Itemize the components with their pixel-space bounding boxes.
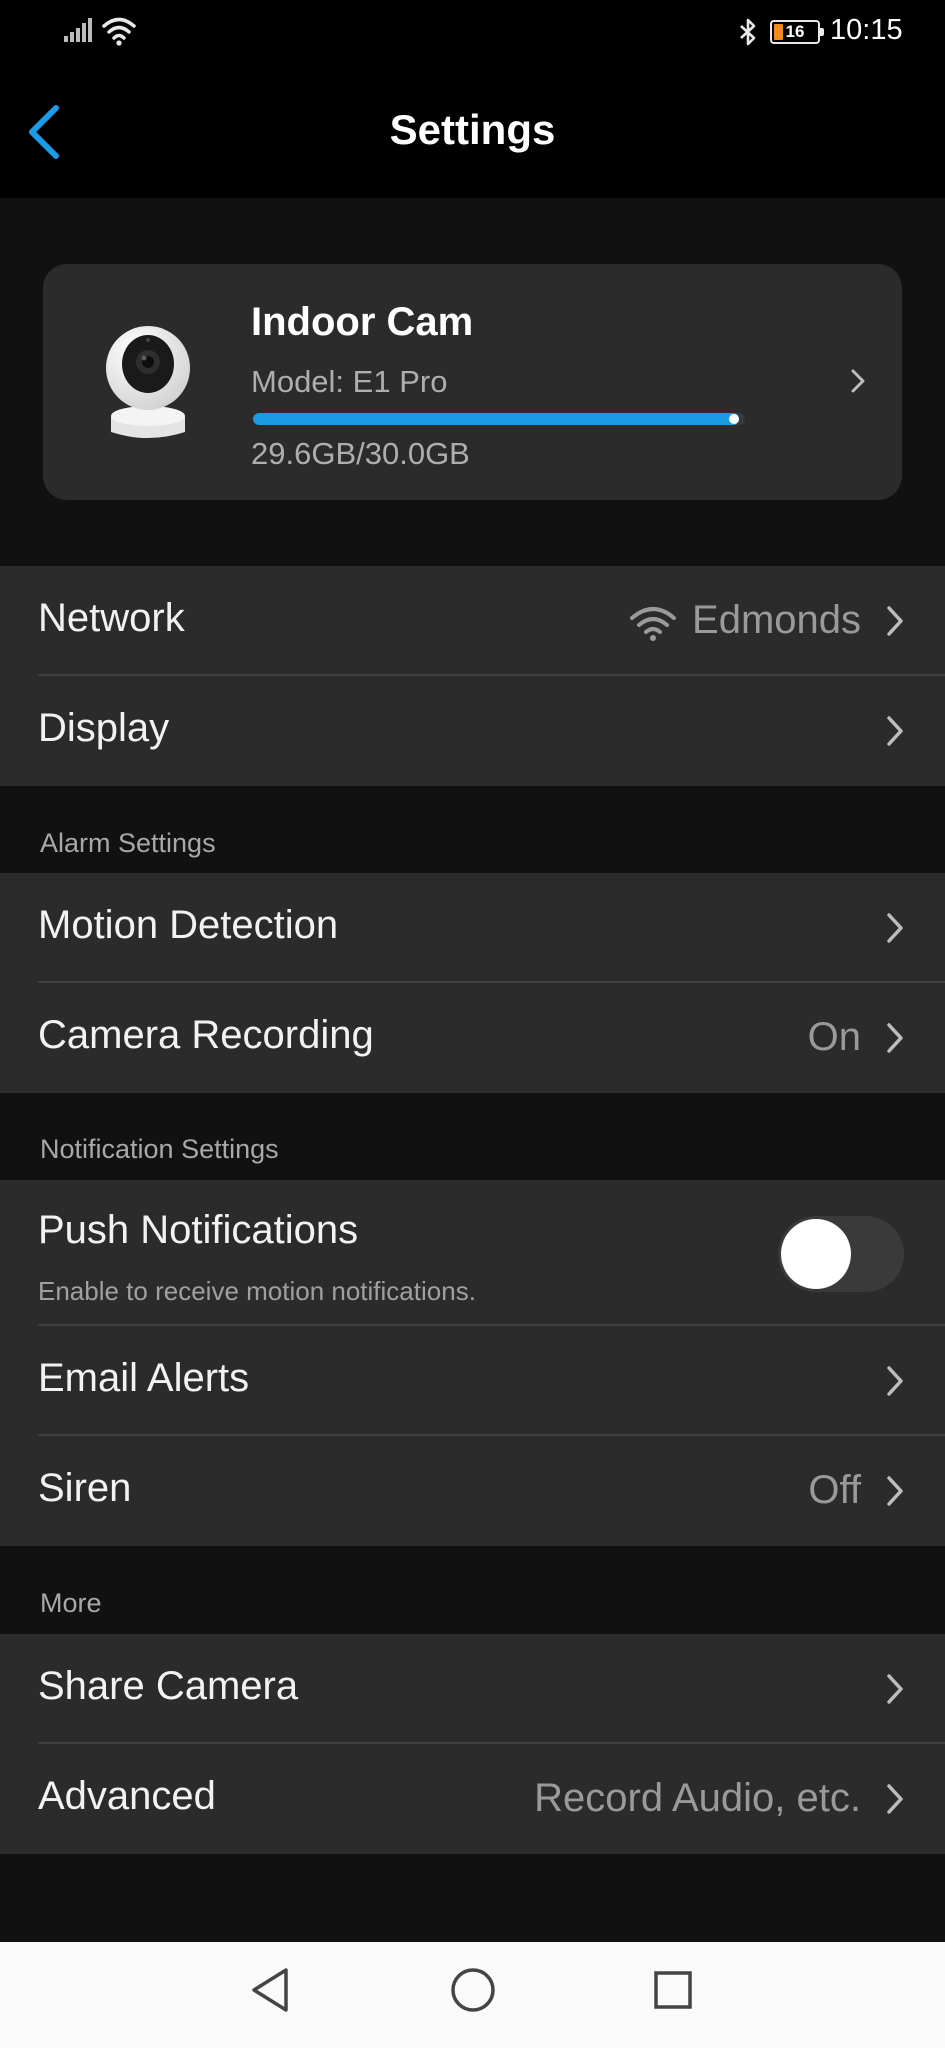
motion-detection-label: Motion Detection — [38, 903, 339, 947]
system-navigation-bar — [0, 1942, 945, 2048]
display-row[interactable]: Display — [0, 676, 945, 786]
push-notifications-toggle[interactable] — [778, 1216, 904, 1292]
alarm-settings-group: Motion Detection Camera Recording On — [0, 873, 945, 1093]
device-model: Model: E1 Pro — [251, 364, 448, 399]
share-camera-label: Share Camera — [38, 1664, 299, 1708]
email-alerts-label: Email Alerts — [38, 1356, 250, 1400]
alarm-section-label: Alarm Settings — [40, 828, 216, 858]
storage-progress-bar — [253, 413, 745, 425]
push-notifications-label: Push Notifications — [38, 1208, 359, 1252]
camera-device-icon — [106, 326, 190, 438]
chevron-right-icon — [887, 1023, 903, 1053]
nav-recents-button[interactable] — [652, 1966, 694, 2014]
advanced-row[interactable]: Advanced Record Audio, etc. — [0, 1744, 945, 1854]
device-name: Indoor Cam — [251, 300, 474, 344]
cellular-signal-icon — [64, 18, 92, 42]
chevron-right-icon — [887, 913, 903, 943]
general-settings-group: Network Edmonds Display — [0, 566, 945, 786]
storage-progress-end — [728, 414, 739, 424]
status-time: 10:15 — [830, 14, 903, 46]
siren-value: Off — [808, 1468, 861, 1512]
wifi-status-icon — [102, 17, 136, 46]
chevron-right-icon — [851, 369, 865, 393]
network-row[interactable]: Network Edmonds — [0, 566, 945, 676]
network-label: Network — [38, 596, 185, 640]
email-alerts-row[interactable]: Email Alerts — [0, 1326, 945, 1436]
page-title: Settings — [389, 106, 556, 153]
chevron-right-icon — [887, 1476, 903, 1506]
advanced-value: Record Audio, etc. — [534, 1776, 861, 1820]
push-notifications-row: Push Notifications Enable to receive mot… — [0, 1180, 945, 1326]
battery-icon: 16 — [770, 20, 824, 44]
share-camera-row[interactable]: Share Camera — [0, 1634, 945, 1744]
wifi-icon — [630, 607, 676, 641]
display-label: Display — [38, 706, 170, 750]
storage-progress-fill — [253, 413, 739, 425]
camera-recording-row[interactable]: Camera Recording On — [0, 983, 945, 1093]
siren-label: Siren — [38, 1466, 132, 1510]
chevron-right-icon — [887, 1674, 903, 1704]
chevron-right-icon — [887, 1784, 903, 1814]
battery-percent: 16 — [785, 22, 805, 41]
notification-settings-group: Push Notifications Enable to receive mot… — [0, 1180, 945, 1546]
camera-recording-value: On — [807, 1015, 861, 1059]
device-card[interactable]: Indoor Cam Model: E1 Pro 29.6GB/30.0GB — [43, 264, 902, 500]
app-header: Settings — [0, 62, 945, 198]
notification-section-label: Notification Settings — [40, 1134, 279, 1164]
chevron-right-icon — [887, 716, 903, 746]
toggle-knob — [781, 1219, 851, 1289]
more-section-label: More — [40, 1588, 102, 1618]
storage-text: 29.6GB/30.0GB — [251, 436, 470, 471]
status-bar: 16 10:15 — [0, 0, 945, 62]
motion-detection-row[interactable]: Motion Detection — [0, 873, 945, 983]
nav-home-button[interactable] — [450, 1966, 496, 2014]
chevron-right-icon — [887, 1366, 903, 1396]
camera-recording-label: Camera Recording — [38, 1013, 374, 1057]
advanced-label: Advanced — [38, 1774, 216, 1818]
chevron-right-icon — [887, 606, 903, 636]
push-notifications-subtitle: Enable to receive motion notifications. — [38, 1276, 476, 1306]
network-value: Edmonds — [692, 598, 861, 642]
siren-row[interactable]: Siren Off — [0, 1436, 945, 1546]
more-settings-group: Share Camera Advanced Record Audio, etc. — [0, 1634, 945, 1854]
nav-back-button[interactable] — [248, 1966, 292, 2014]
bluetooth-icon — [740, 18, 756, 46]
